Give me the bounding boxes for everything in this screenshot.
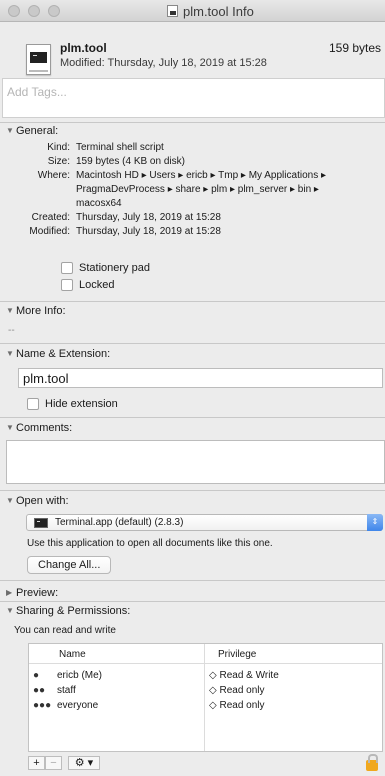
divider — [0, 490, 385, 491]
disclosure-open-icon: ▼ — [6, 606, 14, 615]
tags-placeholder: Add Tags... — [7, 85, 67, 99]
user-icon: ● — [33, 670, 40, 681]
checkbox-label: Locked — [79, 279, 115, 291]
permissions-toolbar: + − ⚙︎ ▾ — [28, 756, 100, 770]
stationery-pad-checkbox[interactable]: Stationery pad — [61, 262, 150, 274]
row-name: ericb (Me) — [57, 670, 103, 681]
size-label: Size: — [47, 156, 70, 167]
section-comments-toggle[interactable]: ▼ Comments: — [6, 422, 72, 434]
open-with-app: Terminal.app (default) (2.8.3) — [55, 517, 184, 528]
divider — [0, 580, 385, 581]
change-all-button[interactable]: Change All... — [27, 556, 112, 574]
modified-label: Modified: — [29, 226, 70, 237]
hide-extension-checkbox[interactable]: Hide extension — [27, 398, 118, 410]
column-name-header[interactable]: Name — [59, 649, 86, 660]
row-name: everyone — [57, 700, 99, 711]
disclosure-open-icon: ▼ — [6, 306, 14, 315]
chevron-updown-icon: ⇕ — [367, 514, 383, 531]
modified-date: Modified: Thursday, July 18, 2019 at 15:… — [60, 57, 267, 69]
section-sharing-toggle[interactable]: ▼ Sharing & Permissions: — [6, 605, 130, 617]
more-info-value: -- — [8, 325, 15, 336]
checkbox-box[interactable] — [61, 262, 73, 274]
document-icon — [167, 5, 178, 17]
locked-checkbox[interactable]: Locked — [61, 279, 114, 291]
terminal-file-icon — [26, 44, 51, 75]
table-row[interactable]: ●●● everyone ◇ Read only — [29, 700, 382, 712]
remove-user-button[interactable]: − — [45, 756, 62, 770]
created-label: Created: — [31, 212, 70, 223]
gear-menu-button[interactable]: ⚙︎ ▾ — [68, 756, 100, 770]
zoom-button[interactable] — [48, 5, 60, 17]
where-path-line3: macosx64 — [76, 198, 122, 209]
permissions-table[interactable]: Name Privilege ● ericb (Me) ◇ Read & Wri… — [28, 643, 383, 752]
section-label: Name & Extension: — [16, 348, 111, 360]
open-with-popup[interactable]: Terminal.app (default) (2.8.3) ⇕ — [26, 514, 383, 531]
minimize-button[interactable] — [28, 5, 40, 17]
modified-value: Thursday, July 18, 2019 at 15:28 — [76, 226, 221, 237]
kind-label: Kind: — [47, 142, 70, 153]
window-titlebar: plm.tool Info — [0, 0, 385, 22]
section-name-extension-toggle[interactable]: ▼ Name & Extension: — [6, 348, 110, 360]
file-size: 159 bytes — [329, 41, 382, 55]
privilege-popup[interactable]: ◇ Read only — [209, 685, 265, 696]
disclosure-open-icon: ▼ — [6, 126, 14, 135]
divider — [0, 601, 385, 602]
disclosure-closed-icon: ▶ — [6, 588, 13, 597]
checkbox-label: Hide extension — [45, 398, 118, 410]
table-row[interactable]: ● ericb (Me) ◇ Read & Write — [29, 670, 382, 682]
comments-textarea[interactable] — [6, 440, 385, 484]
checkbox-box[interactable] — [27, 398, 39, 410]
section-preview-toggle[interactable]: ▶ Preview: — [6, 587, 58, 599]
section-open-with-toggle[interactable]: ▼ Open with: — [6, 495, 69, 507]
divider — [0, 301, 385, 302]
size-value: 159 bytes (4 KB on disk) — [76, 156, 185, 167]
section-label: Open with: — [16, 495, 69, 507]
column-divider — [204, 644, 205, 751]
column-privilege-header[interactable]: Privilege — [218, 649, 256, 660]
table-header: Name Privilege — [29, 644, 382, 664]
kind-value: Terminal shell script — [76, 142, 164, 153]
created-value: Thursday, July 18, 2019 at 15:28 — [76, 212, 221, 223]
checkbox-box[interactable] — [61, 279, 73, 291]
where-path-line2: PragmaDevProcess ▸ share ▸ plm ▸ plm_ser… — [76, 184, 319, 195]
divider — [0, 417, 385, 418]
disclosure-open-icon: ▼ — [6, 496, 14, 505]
permission-status: You can read and write — [14, 625, 116, 636]
window-title: plm.tool Info — [183, 4, 254, 19]
section-more-info-toggle[interactable]: ▼ More Info: — [6, 305, 66, 317]
divider — [0, 122, 385, 123]
tags-field[interactable]: Add Tags... — [2, 78, 385, 118]
row-name: staff — [57, 685, 76, 696]
section-general-toggle[interactable]: ▼ General: — [6, 125, 58, 137]
divider — [0, 343, 385, 344]
terminal-app-icon — [34, 518, 48, 528]
close-button[interactable] — [8, 5, 20, 17]
everyone-icon: ●●● — [33, 700, 52, 711]
add-user-button[interactable]: + — [28, 756, 45, 770]
privilege-popup[interactable]: ◇ Read only — [209, 700, 265, 711]
disclosure-open-icon: ▼ — [6, 423, 14, 432]
checkbox-label: Stationery pad — [79, 262, 150, 274]
file-name-input[interactable]: plm.tool — [18, 368, 383, 388]
lock-icon[interactable] — [366, 754, 378, 771]
file-name: plm.tool — [60, 41, 107, 55]
open-with-hint: Use this application to open all documen… — [27, 538, 273, 549]
where-label: Where: — [37, 170, 70, 181]
section-label: More Info: — [16, 305, 66, 317]
privilege-popup[interactable]: ◇ Read & Write — [209, 670, 279, 681]
where-path-line1: Macintosh HD ▸ Users ▸ ericb ▸ Tmp ▸ My … — [76, 170, 326, 181]
section-label: Sharing & Permissions: — [16, 605, 131, 617]
group-icon: ●● — [33, 685, 46, 696]
disclosure-open-icon: ▼ — [6, 349, 14, 358]
section-label: Preview: — [16, 587, 59, 599]
section-label: Comments: — [16, 422, 73, 434]
table-row[interactable]: ●● staff ◇ Read only — [29, 685, 382, 697]
section-label: General: — [16, 125, 59, 137]
